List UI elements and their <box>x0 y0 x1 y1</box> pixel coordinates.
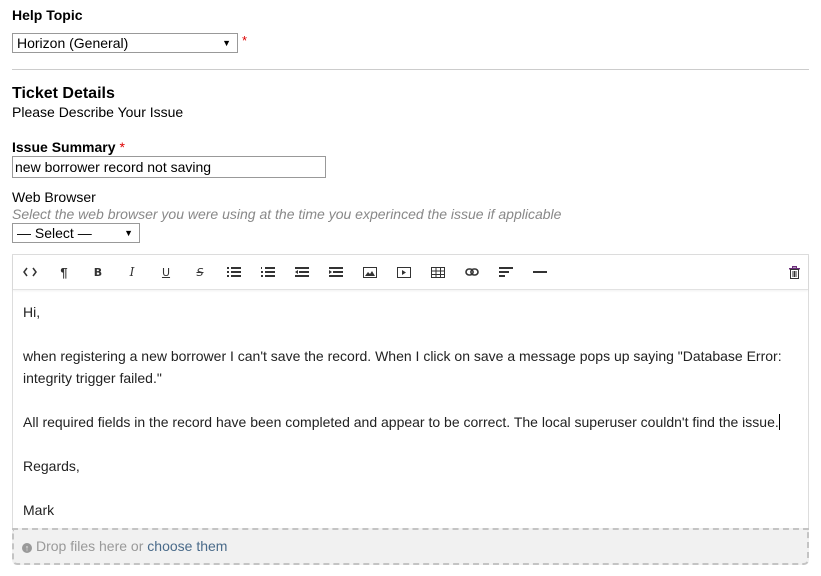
link-icon <box>465 268 479 276</box>
horizontal-rule-button[interactable] <box>531 264 549 280</box>
message-paragraph: Mark <box>23 502 55 518</box>
text-cursor <box>778 414 780 430</box>
issue-summary-label: Issue Summary * <box>12 139 125 155</box>
issue-summary-input[interactable] <box>12 156 326 178</box>
html-button[interactable] <box>21 264 39 280</box>
image-icon <box>363 266 377 278</box>
image-button[interactable] <box>361 264 379 280</box>
divider <box>12 69 809 70</box>
choose-files-link[interactable]: choose them <box>147 538 227 554</box>
alignment-button[interactable] <box>497 264 515 280</box>
message-paragraph-text: All required fields in the record have b… <box>23 414 779 430</box>
web-browser-hint: Select the web browser you were using at… <box>12 206 562 222</box>
chevron-down-icon: ▼ <box>222 38 231 48</box>
help-topic-label: Help Topic <box>12 7 83 23</box>
strikethrough-button[interactable]: S <box>191 264 209 280</box>
message-paragraph: Regards, <box>23 458 80 474</box>
italic-button[interactable]: I <box>123 264 141 280</box>
help-topic-required-mark: * <box>242 33 248 48</box>
video-button[interactable] <box>395 264 413 280</box>
italic-icon: I <box>129 265 135 279</box>
message-paragraph: when registering a new borrower I can't … <box>23 348 782 386</box>
paragraph-icon: ¶ <box>60 264 68 280</box>
upload-icon: ↑ <box>22 543 32 553</box>
numbered-list-icon <box>261 267 275 277</box>
trash-icon <box>788 265 800 279</box>
help-topic-selected: Horizon (General) <box>17 35 129 51</box>
underline-button[interactable]: U <box>157 264 175 280</box>
bullet-list-icon <box>227 267 241 277</box>
delete-button[interactable] <box>785 264 803 280</box>
message-editor[interactable]: ¶ B I U S Hi, when registering a new bor… <box>12 254 809 528</box>
editor-content[interactable]: Hi, when registering a new borrower I ca… <box>23 301 798 543</box>
strikethrough-icon: S <box>196 265 204 279</box>
web-browser-select[interactable]: — Select — ▼ <box>12 223 140 243</box>
indent-button[interactable] <box>327 264 345 280</box>
table-button[interactable] <box>429 264 447 280</box>
video-icon <box>397 266 411 278</box>
formatting-button[interactable]: ¶ <box>55 264 73 280</box>
message-paragraph: Hi, <box>23 304 41 320</box>
file-dropzone[interactable]: ↑ Drop files here or choose them <box>12 528 809 565</box>
code-icon <box>23 267 37 277</box>
ticket-details-title: Ticket Details <box>12 85 115 102</box>
outdent-icon <box>295 267 309 277</box>
ticket-details-subtitle: Please Describe Your Issue <box>12 104 184 120</box>
chevron-down-icon: ▼ <box>124 228 133 238</box>
message-paragraph: All required fields in the record have b… <box>23 411 798 433</box>
editor-toolbar: ¶ B I U S <box>13 255 808 290</box>
indent-icon <box>329 267 343 277</box>
bold-icon: B <box>93 265 103 279</box>
horizontal-rule-icon <box>533 271 547 273</box>
link-button[interactable] <box>463 264 481 280</box>
table-icon <box>431 266 445 278</box>
web-browser-label: Web Browser <box>12 189 96 205</box>
underline-icon: U <box>161 265 171 279</box>
ordered-list-button[interactable] <box>259 264 277 280</box>
outdent-button[interactable] <box>293 264 311 280</box>
align-left-icon <box>499 267 513 277</box>
bold-button[interactable]: B <box>89 264 107 280</box>
dropzone-text: Drop files here or <box>36 538 144 554</box>
issue-summary-required-mark: * <box>119 139 125 155</box>
issue-summary-label-text: Issue Summary <box>12 139 116 155</box>
unordered-list-button[interactable] <box>225 264 243 280</box>
web-browser-selected: — Select — <box>17 225 92 241</box>
help-topic-select[interactable]: Horizon (General) ▼ <box>12 33 238 53</box>
